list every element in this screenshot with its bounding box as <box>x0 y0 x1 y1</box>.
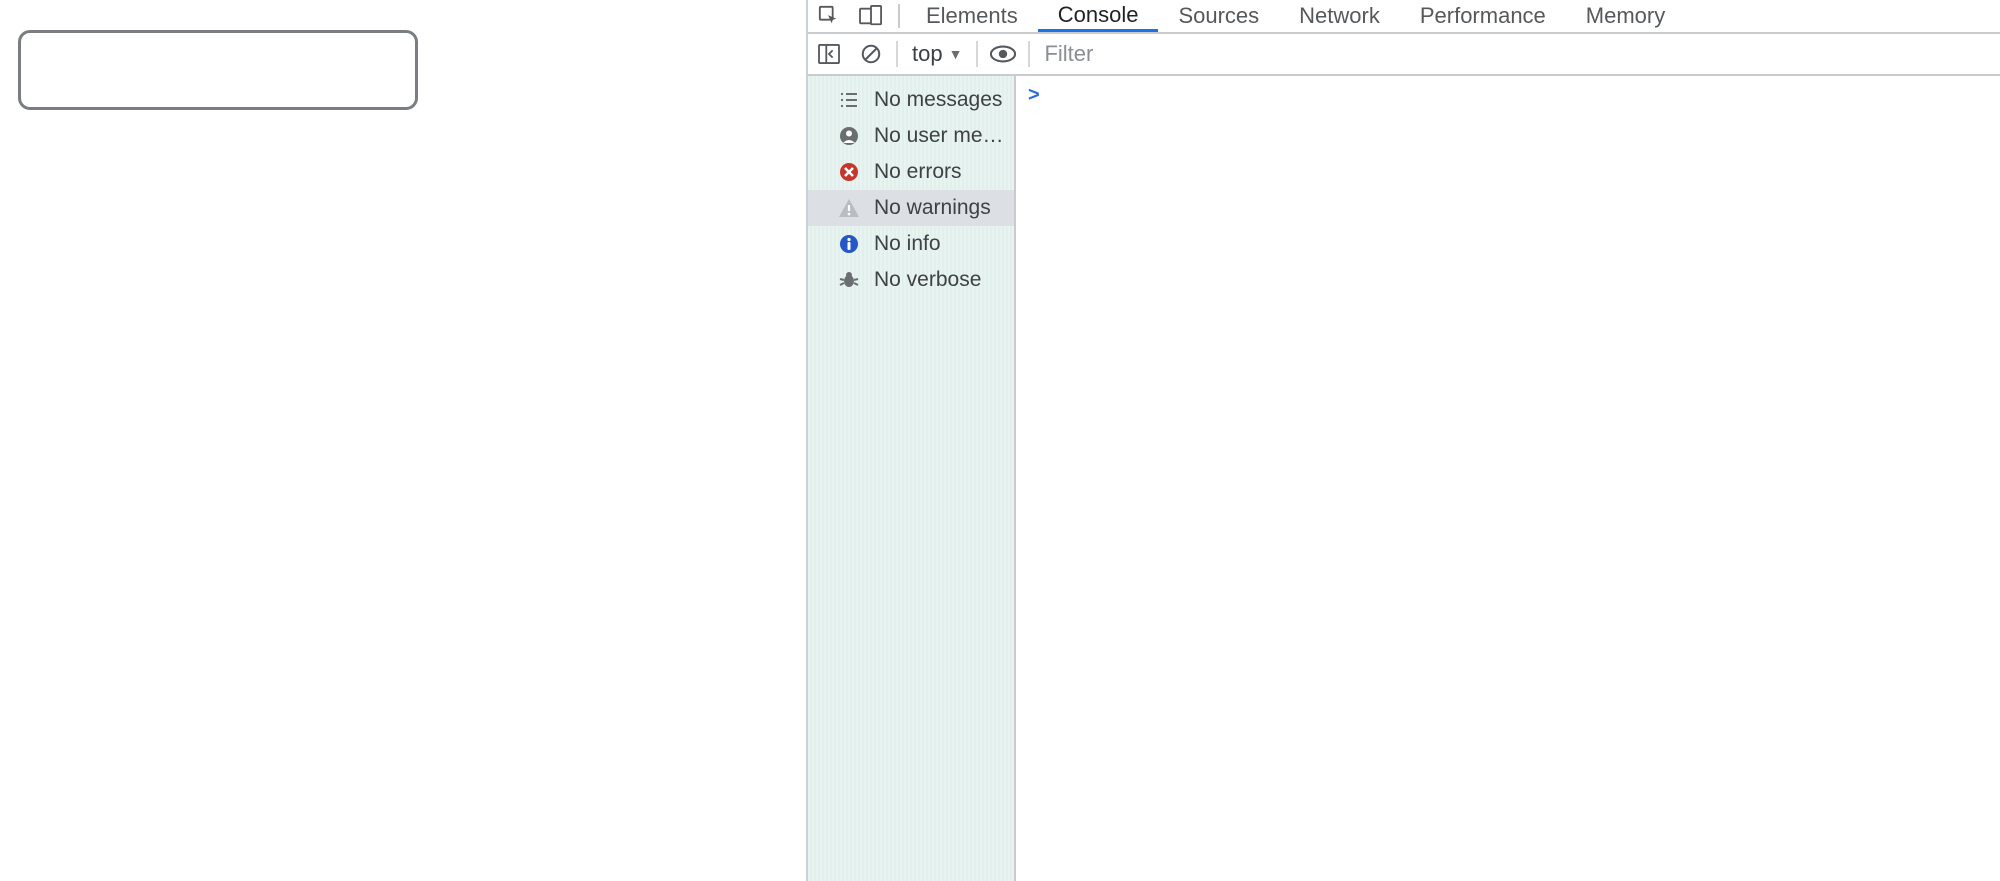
sidebar-item-verbose[interactable]: No verbose <box>808 262 1014 298</box>
tab-console[interactable]: Console <box>1038 0 1159 32</box>
device-toolbar-icon[interactable] <box>850 0 892 32</box>
console-output[interactable]: > <box>1016 76 2000 881</box>
console-workspace: No messages No user messa... <box>808 76 2000 881</box>
clear-console-icon[interactable] <box>850 33 892 75</box>
sidebar-item-label: No info <box>874 232 941 256</box>
chevron-down-icon: ▼ <box>949 46 963 62</box>
warning-icon <box>838 197 860 219</box>
error-icon <box>838 161 860 183</box>
console-toolbar: top ▼ <box>808 34 2000 76</box>
sidebar-item-label: No warnings <box>874 196 991 220</box>
sidebar-item-label: No user messa... <box>874 124 1006 148</box>
tab-performance[interactable]: Performance <box>1400 0 1566 32</box>
console-sidebar: No messages No user messa... <box>808 76 1016 881</box>
sidebar-item-info[interactable]: No info <box>808 226 1014 262</box>
live-expression-icon[interactable] <box>982 33 1024 75</box>
tab-divider <box>898 4 900 28</box>
tab-label: Performance <box>1420 3 1546 29</box>
rendered-page-pane <box>0 0 808 881</box>
toolbar-separator <box>896 41 898 67</box>
tab-network[interactable]: Network <box>1279 0 1400 32</box>
sidebar-item-label: No verbose <box>874 268 981 292</box>
info-icon <box>838 233 860 255</box>
page-text-input[interactable] <box>18 30 418 110</box>
sidebar-item-warnings[interactable]: No warnings <box>808 190 1014 226</box>
sidebar-item-messages[interactable]: No messages <box>808 82 1014 118</box>
tab-label: Network <box>1299 3 1380 29</box>
sidebar-item-label: No errors <box>874 160 962 184</box>
user-icon <box>838 125 860 147</box>
tab-label: Console <box>1058 2 1139 28</box>
inspect-element-icon[interactable] <box>808 0 850 32</box>
tab-sources[interactable]: Sources <box>1158 0 1279 32</box>
tab-memory[interactable]: Memory <box>1566 0 1685 32</box>
filter-input[interactable] <box>1034 41 2000 67</box>
console-prompt-icon: > <box>1028 84 1040 107</box>
tab-label: Memory <box>1586 3 1665 29</box>
context-label: top <box>912 41 943 67</box>
devtools-panel: Elements Console Sources Network Perform… <box>808 0 2000 881</box>
sidebar-item-label: No messages <box>874 88 1002 112</box>
list-icon <box>838 89 860 111</box>
toolbar-separator <box>976 41 978 67</box>
sidebar-item-errors[interactable]: No errors <box>808 154 1014 190</box>
devtools-tab-bar: Elements Console Sources Network Perform… <box>808 0 2000 34</box>
toolbar-separator <box>1028 41 1030 67</box>
tab-elements[interactable]: Elements <box>906 0 1038 32</box>
sidebar-item-user-messages[interactable]: No user messa... <box>808 118 1014 154</box>
bug-icon <box>838 269 860 291</box>
tab-label: Elements <box>926 3 1018 29</box>
toggle-sidebar-icon[interactable] <box>808 33 850 75</box>
context-selector[interactable]: top ▼ <box>902 41 972 67</box>
tab-label: Sources <box>1178 3 1259 29</box>
